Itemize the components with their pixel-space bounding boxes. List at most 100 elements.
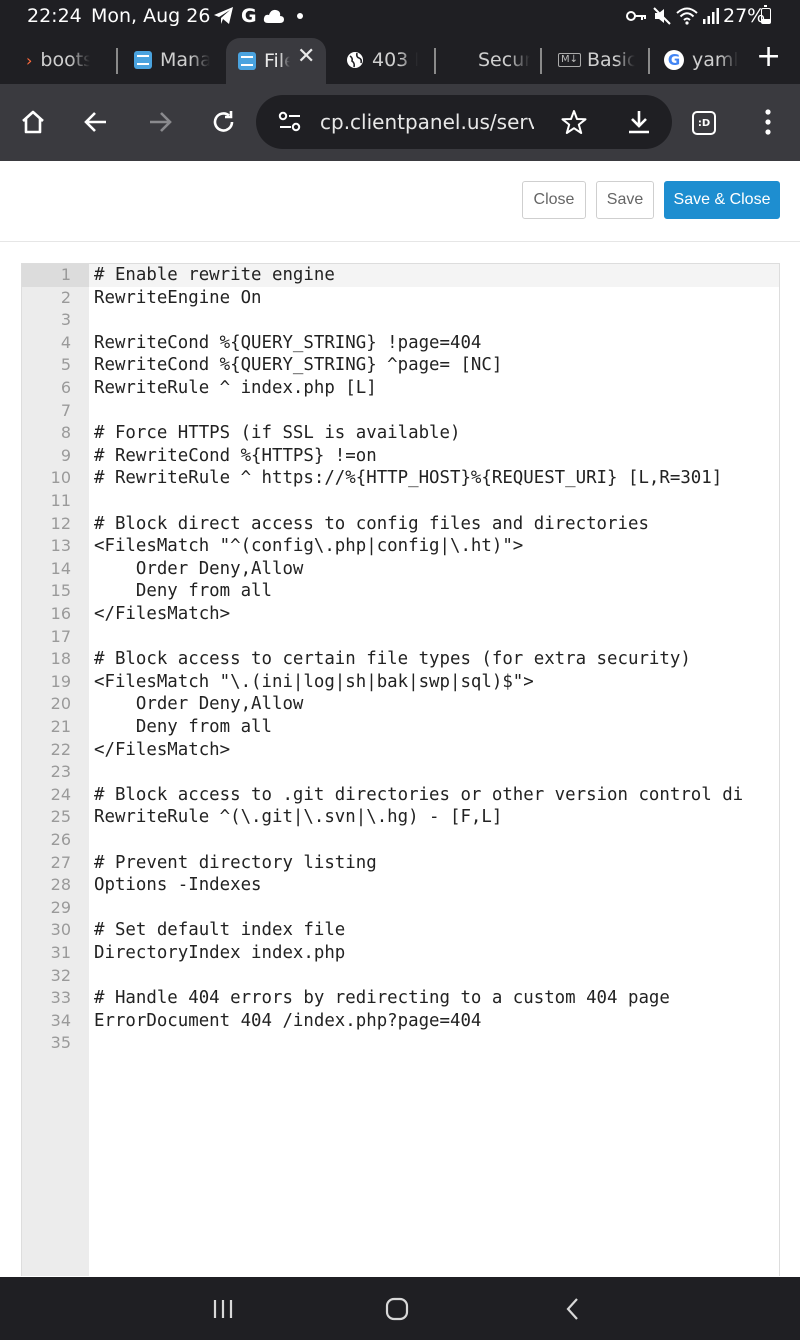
tab-security[interactable]: Secur: [478, 40, 530, 80]
reload-icon[interactable]: [208, 106, 240, 138]
tab-yaml[interactable]: G yaml: [664, 40, 740, 80]
code-text[interactable]: RewriteRule ^ index.php [L]: [94, 377, 377, 400]
code-text[interactable]: ErrorDocument 404 /index.php?page=404: [94, 1010, 481, 1033]
back-arrow-icon[interactable]: [80, 106, 112, 138]
code-line[interactable]: 11: [22, 490, 779, 513]
code-text[interactable]: # Prevent directory listing: [94, 852, 377, 875]
download-icon[interactable]: [626, 109, 652, 135]
code-line[interactable]: 16 </FilesMatch>: [22, 603, 779, 626]
home-icon[interactable]: [17, 106, 49, 138]
code-text[interactable]: RewriteCond %{QUERY_STRING} ^page= [NC]: [94, 354, 502, 377]
close-tab-icon[interactable]: ✕: [297, 44, 315, 69]
code-text[interactable]: DirectoryIndex index.php: [94, 942, 345, 965]
code-line[interactable]: 12 # Block direct access to config files …: [22, 513, 779, 536]
code-text[interactable]: # RewriteRule ^ https://%{HTTP_HOST}%{RE…: [94, 467, 722, 490]
code-text[interactable]: </FilesMatch>: [94, 739, 230, 762]
code-line[interactable]: 4 RewriteCond %{QUERY_STRING} !page=404: [22, 332, 779, 355]
code-line[interactable]: 20 Order Deny,Allow: [22, 693, 779, 716]
code-line[interactable]: 17: [22, 626, 779, 649]
code-line[interactable]: 22 </FilesMatch>: [22, 739, 779, 762]
browser-toolbar: cp.clientpanel.us/servi :D: [0, 84, 800, 161]
code-text[interactable]: # Force HTTPS (if SSL is available): [94, 422, 460, 445]
line-number: 29: [50, 897, 71, 917]
code-text[interactable]: RewriteCond %{QUERY_STRING} !page=404: [94, 332, 481, 355]
line-number: 5: [60, 355, 71, 375]
code-line[interactable]: 19 <FilesMatch "\.(ini|log|sh|bak|swp|sql…: [22, 671, 779, 694]
tab-label: boots: [40, 49, 91, 71]
code-text[interactable]: Order Deny,Allow: [94, 693, 304, 716]
url-text[interactable]: cp.clientpanel.us/servi: [320, 110, 534, 134]
code-line[interactable]: 24 # Block access to .git directories or …: [22, 784, 779, 807]
close-button[interactable]: Close: [522, 181, 586, 219]
code-text[interactable]: # Block access to certain file types (fo…: [94, 648, 691, 671]
code-text[interactable]: Order Deny,Allow: [94, 558, 304, 581]
line-number: 10: [50, 468, 71, 488]
new-tab-icon[interactable]: +: [756, 42, 781, 72]
panel-icon: [134, 51, 152, 69]
code-line[interactable]: 6 RewriteRule ^ index.php [L]: [22, 377, 779, 400]
code-text[interactable]: # Block access to .git directories or ot…: [94, 784, 743, 807]
code-text[interactable]: # RewriteCond %{HTTPS} !=on: [94, 445, 377, 468]
site-settings-icon[interactable]: [278, 111, 302, 133]
back-button-icon[interactable]: [559, 1295, 587, 1323]
code-text[interactable]: <FilesMatch "\.(ini|log|sh|bak|swp|sql)$…: [94, 671, 534, 694]
code-line[interactable]: 26: [22, 829, 779, 852]
code-line[interactable]: 31 DirectoryIndex index.php: [22, 942, 779, 965]
code-line[interactable]: 23: [22, 761, 779, 784]
code-text[interactable]: Options -Indexes: [94, 874, 262, 897]
line-number: 28: [50, 875, 71, 895]
code-line[interactable]: 9 # RewriteCond %{HTTPS} !=on: [22, 445, 779, 468]
forward-arrow-icon[interactable]: [144, 106, 176, 138]
code-line[interactable]: 10 # RewriteRule ^ https://%{HTTP_HOST}%{…: [22, 467, 779, 490]
code-line[interactable]: 33 # Handle 404 errors by redirecting to …: [22, 987, 779, 1010]
code-line[interactable]: 21 Deny from all: [22, 716, 779, 739]
code-line[interactable]: 1 # Enable rewrite engine: [22, 264, 779, 287]
code-line[interactable]: 5 RewriteCond %{QUERY_STRING} ^page= [NC]: [22, 354, 779, 377]
code-line[interactable]: 29: [22, 897, 779, 920]
address-bar[interactable]: cp.clientpanel.us/servi: [256, 95, 672, 149]
code-text[interactable]: RewriteEngine On: [94, 287, 262, 310]
code-line[interactable]: 7: [22, 400, 779, 423]
code-text[interactable]: </FilesMatch>: [94, 603, 230, 626]
code-text[interactable]: RewriteRule ^(\.git|\.svn|\.hg) - [F,L]: [94, 806, 502, 829]
code-line[interactable]: 34 ErrorDocument 404 /index.php?page=404: [22, 1010, 779, 1033]
tab-manage[interactable]: Mana: [134, 40, 214, 80]
code-editor[interactable]: 1 # Enable rewrite engine 2 RewriteEngine O…: [21, 263, 780, 1276]
more-menu-icon[interactable]: [752, 106, 784, 138]
tab-separator: [116, 48, 118, 74]
code-line[interactable]: 30 # Set default index file: [22, 919, 779, 942]
extension-icon[interactable]: :D: [692, 111, 716, 135]
line-number: 1: [60, 265, 71, 284]
code-text[interactable]: # Enable rewrite engine: [94, 264, 335, 287]
code-line[interactable]: 13 <FilesMatch "^(config\.php|config|\.ht…: [22, 535, 779, 558]
code-line[interactable]: 25 RewriteRule ^(\.git|\.svn|\.hg) - [F,L…: [22, 806, 779, 829]
code-line[interactable]: 15 Deny from all: [22, 580, 779, 603]
code-text[interactable]: Deny from all: [94, 580, 272, 603]
home-button-icon[interactable]: [383, 1295, 411, 1323]
code-text[interactable]: # Block direct access to config files an…: [94, 513, 649, 536]
status-time: 22:24: [27, 5, 82, 27]
code-line[interactable]: 35: [22, 1032, 779, 1055]
tab-403[interactable]: 403 F: [346, 40, 422, 80]
code-line[interactable]: 14 Order Deny,Allow: [22, 558, 779, 581]
code-line[interactable]: 2 RewriteEngine On: [22, 287, 779, 310]
code-line[interactable]: 27 # Prevent directory listing: [22, 852, 779, 875]
recent-apps-icon[interactable]: [209, 1295, 237, 1323]
code-text[interactable]: Deny from all: [94, 716, 272, 739]
tab-boots[interactable]: › boots: [26, 40, 106, 80]
code-line[interactable]: 18 # Block access to certain file types (…: [22, 648, 779, 671]
code-text[interactable]: # Handle 404 errors by redirecting to a …: [94, 987, 670, 1010]
code-line[interactable]: 8 # Force HTTPS (if SSL is available): [22, 422, 779, 445]
dot-icon: [296, 13, 303, 19]
code-line[interactable]: 32: [22, 965, 779, 988]
save-button[interactable]: Save: [596, 181, 654, 219]
code-text[interactable]: # Set default index file: [94, 919, 345, 942]
tab-basic[interactable]: M↓ Basic: [558, 40, 638, 80]
code-line[interactable]: 3: [22, 309, 779, 332]
bookmark-star-icon[interactable]: [561, 109, 587, 135]
tab-label: 403 F: [372, 49, 418, 71]
save-and-close-button[interactable]: Save & Close: [664, 181, 780, 219]
code-text[interactable]: <FilesMatch "^(config\.php|config|\.ht)"…: [94, 535, 523, 558]
mute-icon: [653, 7, 671, 25]
code-line[interactable]: 28 Options -Indexes: [22, 874, 779, 897]
